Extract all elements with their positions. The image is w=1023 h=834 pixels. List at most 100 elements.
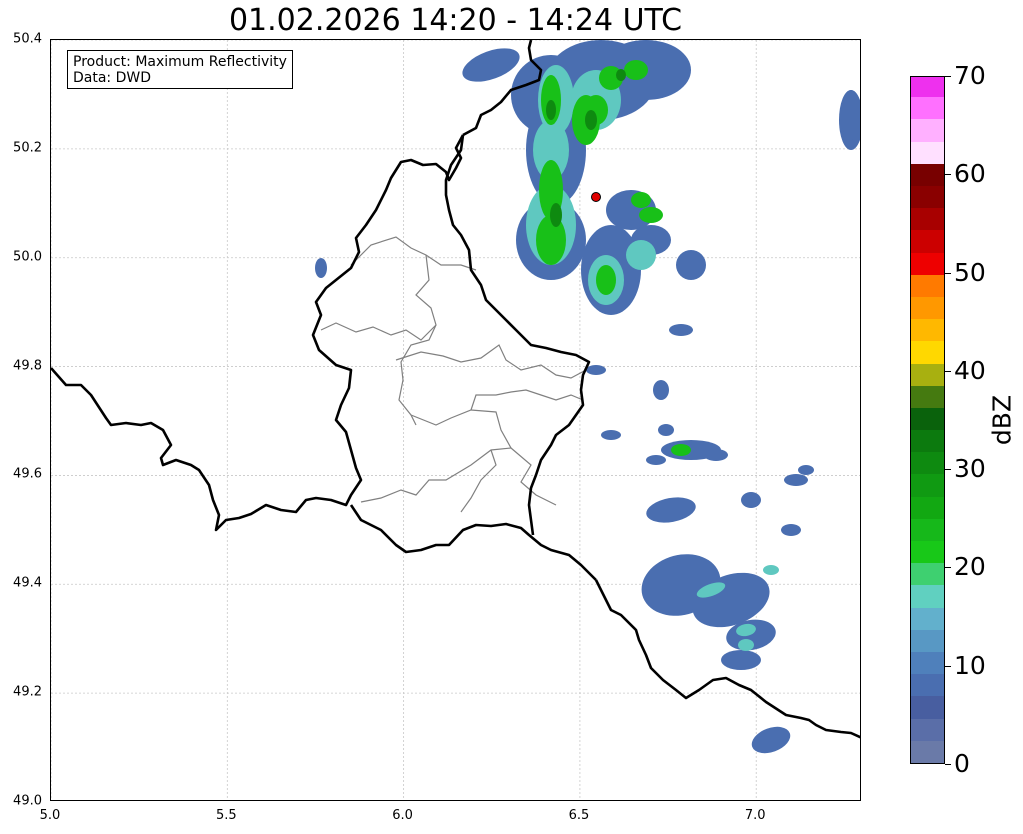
echo-cell (646, 497, 696, 523)
echo-cell (781, 524, 801, 536)
colorbar-tick-label: 10 (954, 650, 986, 680)
border-luxembourg-belgium (51, 134, 465, 532)
colorbar-segment (911, 496, 944, 519)
map-title: 01.02.2026 14:20 - 14:24 UTC (228, 3, 683, 38)
echo-cell (669, 324, 693, 336)
colorbar-tick-label: 0 (954, 749, 970, 778)
colorbar-segment (911, 77, 944, 98)
longitude-tick-label: 5.5 (215, 808, 237, 823)
echo-cell (596, 265, 616, 295)
colorbar-segment (911, 318, 944, 342)
latitude-tick-label: 49.2 (13, 684, 42, 700)
echo-cell (784, 474, 808, 486)
colorbar-segment (911, 429, 944, 453)
colorbar-tick-label: 20 (954, 552, 986, 582)
canton-boundary (398, 324, 437, 426)
colorbar-segment (911, 695, 944, 719)
colorbar-tick-label: 60 (954, 159, 986, 189)
colorbar-segment (911, 340, 944, 364)
longitude-tick-label: 7.0 (744, 808, 766, 823)
longitude-tick-label: 6.0 (392, 808, 413, 823)
echo-cell (646, 455, 666, 465)
colorbar-tick-label: 30 (954, 454, 986, 484)
colorbar-tick-label: 40 (954, 355, 986, 385)
colorbar-segment (911, 473, 944, 497)
latitude-tick-label: 49.6 (13, 466, 42, 482)
echo-cell (616, 69, 626, 81)
echo-cell (315, 258, 327, 278)
latitude-tick-label: 50.0 (13, 249, 42, 265)
colorbar-segment (911, 362, 944, 386)
echo-cell (585, 110, 597, 130)
map-gridlines (51, 40, 860, 800)
colorbar-segment (911, 518, 944, 542)
latitude-tick-label: 50.2 (13, 140, 42, 156)
colorbar-segment (911, 629, 944, 653)
echo-cell (546, 100, 556, 120)
colorbar-tick-mark (945, 272, 951, 274)
colorbar-tick-mark (945, 174, 951, 176)
echo-cell (653, 380, 669, 400)
echo-cell (658, 424, 674, 436)
colorbar (910, 76, 945, 764)
echo-cell (536, 215, 566, 265)
colorbar-tick-mark (945, 665, 951, 667)
echo-cell (671, 444, 691, 456)
echo-cell (626, 240, 656, 270)
echo-cell (841, 90, 860, 140)
echo-cell (550, 203, 562, 227)
colorbar-segment (911, 296, 944, 320)
longitude-tick-label: 5.0 (39, 808, 61, 823)
radar-map (50, 39, 861, 801)
echo-cell (741, 492, 761, 508)
product-info-box: Product: Maximum Reflectivity Data: DWD (67, 50, 293, 89)
colorbar-tick-mark (945, 76, 951, 77)
echo-cell (721, 650, 761, 670)
latitude-tick-label: 50.4 (13, 31, 42, 47)
echo-cell (639, 207, 663, 223)
colorbar-segment (911, 584, 944, 608)
colorbar-segment (911, 185, 944, 209)
echo-cell (751, 726, 791, 754)
colorbar-tick-mark (945, 469, 951, 471)
colorbar-segment (911, 274, 944, 297)
colorbar-segment (911, 451, 944, 475)
echo-cell (631, 192, 651, 208)
radar-site-marker (591, 192, 601, 202)
colorbar-segment (911, 118, 944, 142)
echo-cell (676, 250, 706, 280)
echo-cell (704, 449, 728, 461)
colorbar-tick-mark (945, 370, 951, 372)
colorbar-label: dBZ (987, 394, 1017, 446)
echo-cell (763, 565, 779, 575)
colorbar-segment (911, 141, 944, 164)
colorbar-tick-mark (945, 764, 951, 765)
product-label: Product: Maximum Reflectivity (73, 54, 287, 70)
colorbar-segment (911, 673, 944, 697)
canton-boundary (510, 447, 557, 506)
colorbar-segment (911, 207, 944, 231)
colorbar-segment (911, 407, 944, 431)
border-luxembourg-france (349, 504, 597, 581)
colorbar-segment (911, 251, 944, 275)
colorbar-tick-label: 50 (954, 257, 986, 287)
colorbar-segment (911, 163, 944, 186)
longitude-tick-label: 6.5 (568, 808, 590, 823)
echo-cell (798, 465, 814, 475)
latitude-tick-label: 49.8 (13, 358, 42, 374)
canton-boundary (320, 254, 437, 341)
colorbar-tick-label: 70 (954, 61, 986, 90)
colorbar-segment (911, 562, 944, 586)
echo-cell (624, 60, 648, 80)
echo-cell (738, 639, 754, 651)
latitude-tick-label: 49.0 (13, 793, 42, 809)
colorbar-segment (911, 540, 944, 564)
radar-echoes (315, 40, 860, 754)
colorbar-segment (911, 229, 944, 253)
colorbar-segment (911, 385, 944, 408)
colorbar-segment (911, 96, 944, 120)
canton-boundary (470, 389, 584, 411)
echo-cell (586, 365, 606, 375)
canton-boundary (360, 409, 512, 503)
colorbar-segment (911, 651, 944, 675)
